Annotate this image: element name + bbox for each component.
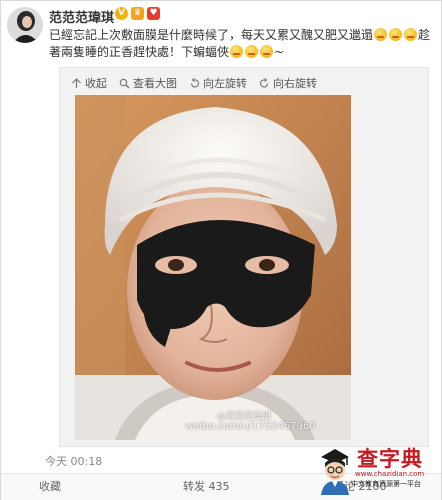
collapse-button[interactable]: 收起: [71, 75, 107, 91]
crying-emoji-icon: [404, 28, 418, 41]
mascot-icon: [321, 449, 349, 495]
rotate-right-button[interactable]: 向右旋转: [259, 75, 317, 91]
verified-icon[interactable]: V: [115, 7, 128, 20]
vip-icon[interactable]: ♥: [147, 7, 160, 20]
logo-subtitle: 中文教育资源第一平台: [351, 480, 421, 488]
view-large-label: 查看大图: [133, 77, 177, 90]
chazidian-logo: 查字典 www.chazidian.com 中文教育资源第一平台: [313, 441, 441, 499]
avatar[interactable]: [7, 7, 43, 43]
grin-emoji-icon: [230, 45, 244, 58]
post-photo[interactable]: [75, 95, 351, 440]
logo-title: 查字典: [357, 447, 423, 471]
username[interactable]: 范范范瑋琪: [49, 7, 114, 26]
weibo-post-card: 范范范瑋琪 V ♛ ♥ 已經忘記上次敷面膜是什麼時候了，每天又累又醜又肥又邋遢趁…: [0, 0, 442, 500]
forward-button[interactable]: 转发 435: [143, 474, 283, 500]
collapse-label: 收起: [85, 77, 107, 90]
crying-emoji-icon: [389, 28, 403, 41]
post-text-part-1: 已經忘記上次敷面膜是什麼時候了，每天又累又醜又肥又邋遢: [49, 28, 374, 42]
grin-emoji-icon: [245, 45, 259, 58]
user-badges: V ♛ ♥: [115, 7, 160, 20]
collect-button[interactable]: 收藏: [1, 474, 143, 500]
rotate-left-icon: [190, 77, 200, 87]
selfie-face-mask-image: [75, 95, 351, 440]
post-timestamp[interactable]: 今天 00:18: [45, 453, 102, 469]
rotate-right-icon: [259, 77, 269, 87]
logo-url: www.chazidian.com: [355, 470, 425, 478]
crying-emoji-icon: [374, 28, 388, 41]
image-toolbar: 收起 查看大图 向左旋转 向右旋转: [71, 75, 317, 91]
arrow-up-icon: [72, 77, 81, 88]
view-large-button[interactable]: 查看大图: [119, 75, 177, 91]
grin-emoji-icon: [260, 45, 274, 58]
rotate-left-button[interactable]: 向左旋转: [189, 75, 247, 91]
magnifier-icon: [119, 78, 130, 88]
rotate-left-label: 向左旋转: [203, 77, 247, 90]
post-text: 已經忘記上次敷面膜是什麼時候了，每天又累又醜又肥又邋遢 趁著兩隻睡的正香趕快處！下…: [49, 27, 437, 61]
rotate-right-label: 向右旋转: [273, 77, 317, 90]
avatar-image: [7, 7, 43, 43]
post-text-part-3: ~: [274, 45, 285, 59]
photo-watermark-url: weibo.com/u/1752467960: [185, 421, 316, 432]
crown-icon[interactable]: ♛: [131, 7, 144, 20]
